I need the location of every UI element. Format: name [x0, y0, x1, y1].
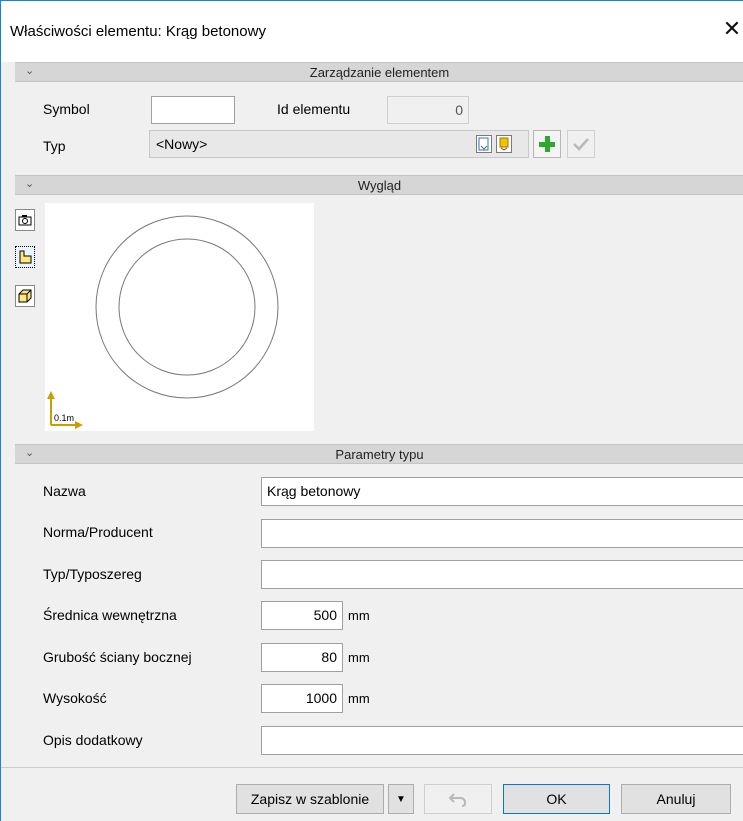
grubosc-label: Grubość ściany bocznej — [43, 649, 192, 665]
cylinder-icon[interactable] — [496, 135, 512, 153]
confirm-type-button[interactable] — [567, 130, 595, 158]
3d-view-icon[interactable] — [15, 285, 35, 307]
add-type-button[interactable] — [533, 130, 561, 158]
typ-select[interactable]: <Nowy> — [149, 130, 529, 158]
section-title: Zarządzanie elementem — [309, 65, 450, 80]
srednica-unit: mm — [348, 608, 370, 623]
save-template-button[interactable]: Zapisz w szablonie — [236, 784, 384, 814]
typoszereg-input[interactable] — [261, 560, 743, 589]
grubosc-input[interactable]: 80 — [261, 643, 343, 672]
norma-label: Norma/Producent — [43, 524, 153, 540]
page-icon[interactable] — [476, 135, 492, 153]
dialog-window: Właściwości elementu: Krąg betonowy ✕ ⌄ … — [0, 0, 743, 821]
undo-icon — [448, 793, 467, 807]
typoszereg-label: Typ/Typoszereg — [43, 566, 142, 582]
cancel-button[interactable]: Anuluj — [621, 784, 731, 814]
symbol-input[interactable] — [151, 96, 235, 124]
typ-label: Typ — [43, 138, 66, 154]
grubosc-unit: mm — [348, 650, 370, 665]
srednica-input[interactable]: 500 — [261, 601, 343, 630]
id-field: 0 — [387, 96, 469, 124]
check-icon — [573, 138, 589, 151]
symbol-label: Symbol — [43, 101, 90, 117]
window-title: Właściwości elementu: Krąg betonowy — [10, 23, 266, 40]
section-title: Parametry typu — [335, 447, 424, 462]
camera-icon[interactable] — [15, 209, 35, 231]
opis-input[interactable] — [261, 726, 743, 755]
section-header-appearance[interactable]: ⌄ Wygląd — [15, 175, 743, 195]
undo-button[interactable] — [424, 784, 492, 814]
section-header-params[interactable]: ⌄ Parametry typu — [15, 444, 743, 464]
norma-input[interactable] — [261, 519, 743, 548]
typ-value: <Nowy> — [156, 136, 208, 152]
save-template-dropdown[interactable]: ▼ — [388, 784, 414, 814]
nazwa-label: Nazwa — [43, 483, 86, 499]
section-title: Wygląd — [357, 178, 402, 193]
plus-icon — [539, 136, 555, 152]
element-preview: 0.1m — [45, 203, 314, 431]
wysokosc-unit: mm — [348, 691, 370, 706]
footer-divider — [1, 767, 743, 768]
nazwa-input[interactable]: Krąg betonowy — [261, 477, 743, 506]
plan-view-icon[interactable] — [15, 246, 35, 268]
close-icon[interactable]: ✕ — [721, 19, 743, 43]
title-bar: Właściwości elementu: Krąg betonowy ✕ — [1, 1, 743, 62]
ok-button[interactable]: OK — [503, 784, 610, 814]
wysokosc-input[interactable]: 1000 — [261, 684, 343, 713]
scale-arrow-icon — [47, 391, 83, 429]
id-label: Id elementu — [277, 101, 351, 117]
opis-label: Opis dodatkowy — [43, 732, 143, 748]
ring-drawing: 0.1m — [47, 215, 279, 429]
section-header-management[interactable]: ⌄ Zarządzanie elementem — [15, 62, 743, 82]
scale-label: 0.1m — [54, 413, 74, 423]
srednica-label: Średnica wewnętrzna — [43, 607, 177, 623]
wysokosc-label: Wysokość — [43, 690, 107, 706]
